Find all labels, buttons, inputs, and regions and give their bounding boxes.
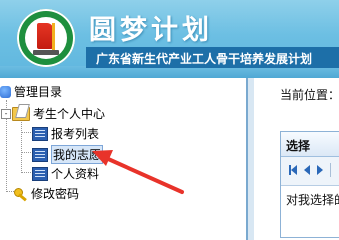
tree-item-label: 报考列表 — [51, 127, 100, 141]
site-subtitle: 广东省新生代产业工人骨干培养发展计划 — [96, 52, 313, 66]
page-icon — [32, 126, 48, 141]
pager-toolbar — [281, 157, 339, 186]
previous-page-icon[interactable] — [304, 165, 310, 175]
pager-separator — [330, 163, 331, 177]
site-header: 圆梦计划 广东省新生代产业工人骨干培养发展计划 — [0, 0, 339, 78]
tree-item-label: 个人资料 — [51, 167, 100, 181]
tree-item-my-wishes[interactable]: 我的志愿 — [32, 145, 104, 164]
tree-item-personal-info[interactable]: 个人资料 — [32, 165, 99, 182]
directory-root-icon — [0, 85, 11, 98]
tree-group-candidate-center[interactable]: - 考生个人中心 — [1, 105, 105, 122]
tree-item-apply-list[interactable]: 报考列表 — [32, 125, 99, 142]
tree-item-change-password[interactable]: 修改密码 — [14, 185, 79, 202]
content-panel: 当前位置： 选择 对我选择的 — [254, 78, 339, 240]
tree-connector — [6, 191, 14, 192]
tree-root[interactable]: 管理目录 — [0, 83, 62, 100]
site-title: 圆梦计划 — [89, 15, 213, 46]
next-page-icon[interactable] — [317, 165, 323, 175]
tree-connector — [21, 172, 31, 173]
breadcrumb-location: 当前位置： — [280, 88, 339, 102]
subtitle-bar: 广东省新生代产业工人骨干培养发展计划 — [86, 47, 339, 68]
tree-connector — [21, 132, 31, 133]
first-page-icon[interactable] — [291, 165, 297, 175]
logo-caption — [33, 50, 59, 55]
tree-item-label: 修改密码 — [31, 187, 80, 201]
navigation-tree-panel: 管理目录 - 考生个人中心 报考列表 我的志愿 个人资料 修改密码 — [0, 78, 248, 240]
grid-header: 选择 — [281, 132, 339, 157]
logo-inner — [25, 17, 67, 59]
open-folder-icon — [12, 106, 30, 121]
tree-item-label: 我的志愿 — [51, 145, 104, 164]
grid-note: 对我选择的 — [286, 193, 339, 207]
tree-connector — [21, 152, 31, 153]
tree-root-label: 管理目录 — [14, 85, 63, 99]
tree-group-label: 考生个人中心 — [33, 107, 106, 121]
collapse-icon[interactable]: - — [1, 108, 11, 119]
logo-flag — [37, 23, 53, 49]
page-icon — [32, 166, 48, 181]
page-icon — [32, 147, 48, 162]
grid-header-label: 选择 — [286, 139, 311, 153]
key-icon — [14, 187, 28, 200]
tree-connector — [21, 118, 22, 173]
selection-grid: 选择 对我选择的 — [280, 131, 339, 238]
program-logo-icon — [17, 9, 75, 67]
